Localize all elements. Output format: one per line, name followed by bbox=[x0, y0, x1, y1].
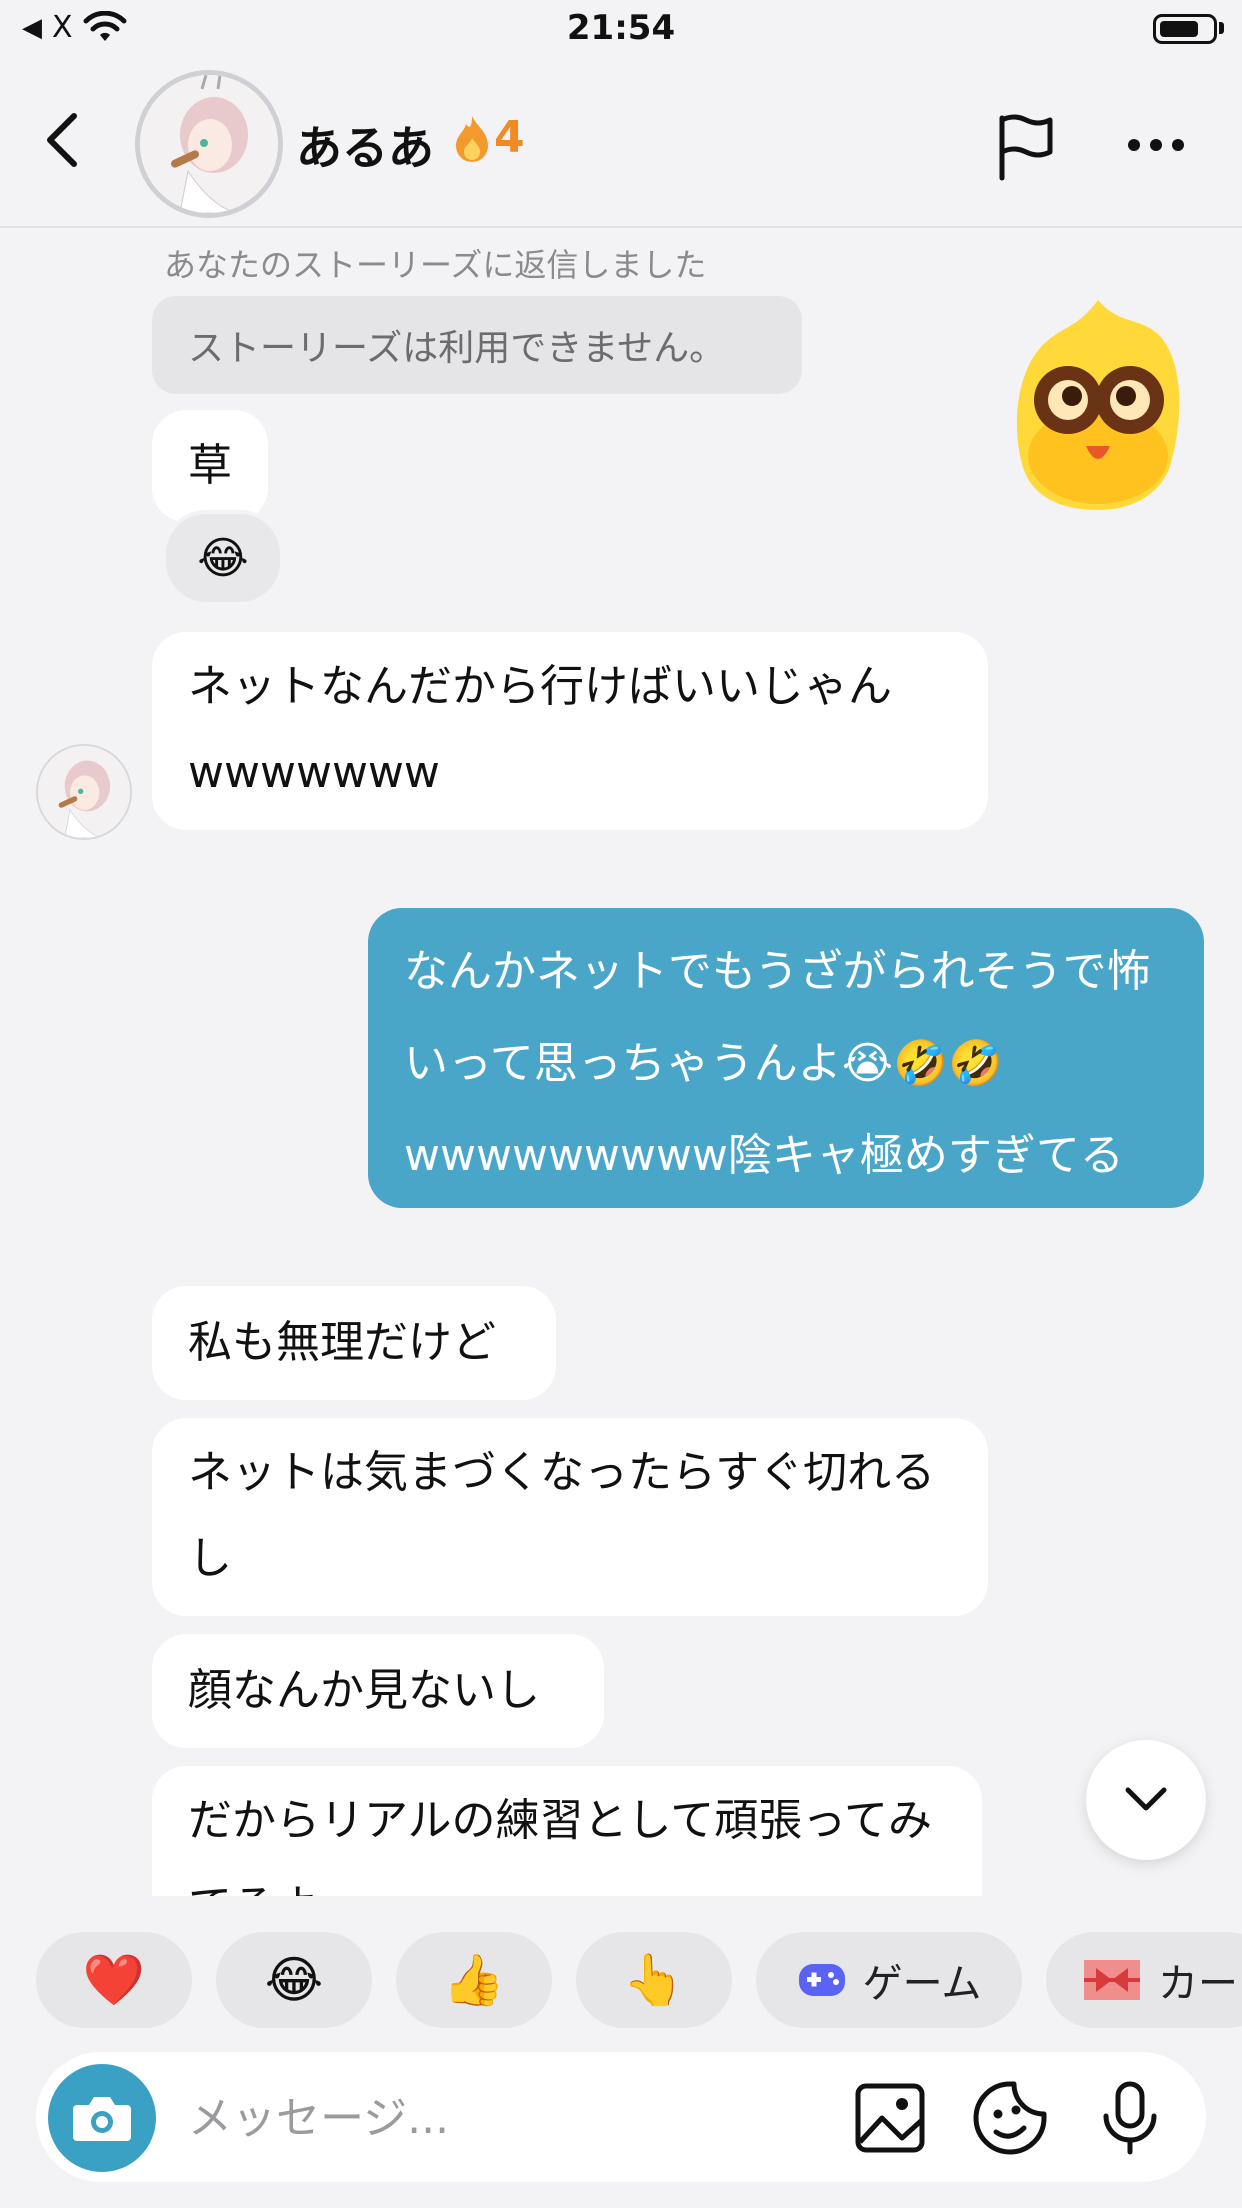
flag-icon[interactable] bbox=[992, 112, 1062, 182]
message-clip: だからリアルの練習として頑張ってみてるよ bbox=[152, 1766, 982, 1896]
story-reply-note: あなたのストーリーズに返信しました bbox=[164, 246, 707, 284]
gallery-image-icon[interactable] bbox=[852, 2080, 928, 2156]
message-bubble-in[interactable]: ネットなんだから行けばいいじゃんwwwwwww bbox=[152, 632, 988, 830]
anime-avatar-image bbox=[38, 746, 130, 838]
status-time: 21:54 bbox=[566, 8, 676, 48]
laughing-emoji-icon: 😂 bbox=[264, 1951, 324, 2009]
quick-action-game[interactable]: ゲーム bbox=[756, 1932, 1022, 2028]
scroll-to-bottom-button[interactable] bbox=[1086, 1740, 1206, 1860]
gift-ribbon-icon bbox=[1084, 1960, 1140, 2000]
message-bubble-in[interactable]: 顔なんか見ないし bbox=[152, 1634, 604, 1748]
quick-reaction-heart[interactable]: ❤️ bbox=[36, 1932, 192, 2028]
back-chevron-icon[interactable] bbox=[40, 110, 88, 170]
status-bar: ◀ X 21:54 bbox=[0, 0, 1242, 62]
yellow-mascot-sticker[interactable] bbox=[1010, 296, 1186, 512]
message-reaction[interactable]: 😂 bbox=[162, 510, 284, 606]
sticker-icon[interactable] bbox=[972, 2080, 1048, 2156]
sender-avatar[interactable] bbox=[36, 744, 132, 840]
thumbs-up-icon: 👍 bbox=[442, 1950, 506, 2009]
message-input[interactable] bbox=[186, 2082, 810, 2154]
fire-icon bbox=[456, 115, 488, 162]
pointing-hand-icon: 👆 bbox=[622, 1950, 686, 2009]
chevron-down-icon bbox=[1125, 1787, 1167, 1811]
card-label: カー bbox=[1158, 1961, 1238, 2007]
battery-cap bbox=[1219, 22, 1224, 34]
battery-icon bbox=[1153, 14, 1217, 44]
contact-name[interactable]: あるあ bbox=[296, 112, 434, 178]
message-bubble-in[interactable]: ネットは気まづくなったらすぐ切れるし bbox=[152, 1418, 988, 1616]
quick-action-card[interactable]: カー bbox=[1046, 1932, 1242, 2028]
quick-reaction-thumbs-up[interactable]: 👍 bbox=[396, 1932, 552, 2028]
message-bubble-in[interactable]: 草 bbox=[152, 410, 268, 522]
quick-reaction-laugh[interactable]: 😂 bbox=[216, 1932, 372, 2028]
message-bubble-in[interactable]: 私も無理だけど bbox=[152, 1286, 556, 1400]
streak-badge: 4 bbox=[452, 112, 525, 163]
heart-icon: ❤️ bbox=[82, 1950, 146, 2009]
anime-avatar-image bbox=[140, 75, 278, 213]
streak-count: 4 bbox=[494, 112, 525, 163]
gamepad-icon bbox=[798, 1964, 845, 1996]
more-options-icon[interactable] bbox=[1126, 130, 1186, 160]
quick-reaction-point[interactable]: 👆 bbox=[576, 1932, 732, 2028]
camera-button[interactable] bbox=[48, 2064, 156, 2172]
camera-icon bbox=[73, 2097, 131, 2141]
message-bubble-out[interactable]: なんかネットでもうざがられそうで怖いって思っちゃうんよ😭🤣🤣wwwwwwwww陰… bbox=[368, 908, 1204, 1208]
microphone-icon[interactable] bbox=[1092, 2080, 1168, 2156]
story-unavailable-card[interactable]: ストーリーズは利用できません。 bbox=[152, 296, 802, 394]
message-bubble-in[interactable]: だからリアルの練習として頑張ってみてるよ bbox=[152, 1766, 982, 1896]
contact-avatar[interactable] bbox=[135, 70, 283, 218]
game-label: ゲーム bbox=[862, 1961, 982, 2007]
